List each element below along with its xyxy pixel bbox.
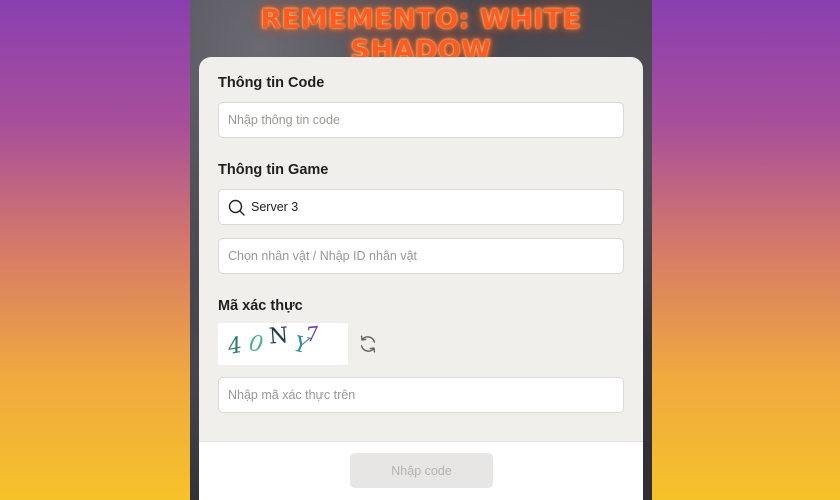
captcha-char: 4 [225,332,245,361]
captcha-input-field[interactable] [218,377,624,413]
captcha-label: Mã xác thực [218,298,303,314]
code-input[interactable] [228,113,614,127]
code-info-label: Thông tin Code [218,75,325,91]
server-select[interactable]: Server 3 [218,189,624,225]
captcha-char: N [268,323,290,350]
refresh-icon[interactable] [357,333,379,355]
captcha-image: 4 0 N Y 7 [218,321,348,365]
captcha-char: 7 [304,321,320,347]
character-input[interactable] [228,249,614,263]
captcha-input[interactable] [228,388,614,402]
code-input-field[interactable] [218,102,624,138]
phone-frame: REMEMENTO: WHITE SHADOW Thông tin Code T… [190,0,652,500]
game-info-label: Thông tin Game [218,162,329,178]
redeem-code-form: Thông tin Code Thông tin Game Server 3 M… [199,57,643,500]
character-input-field[interactable] [218,238,624,274]
captcha-char: 0 [247,331,265,358]
submit-code-button[interactable]: Nhập code [350,453,493,488]
form-footer: Nhập code [199,441,643,500]
search-icon [228,199,245,216]
server-value: Server 3 [251,200,299,214]
